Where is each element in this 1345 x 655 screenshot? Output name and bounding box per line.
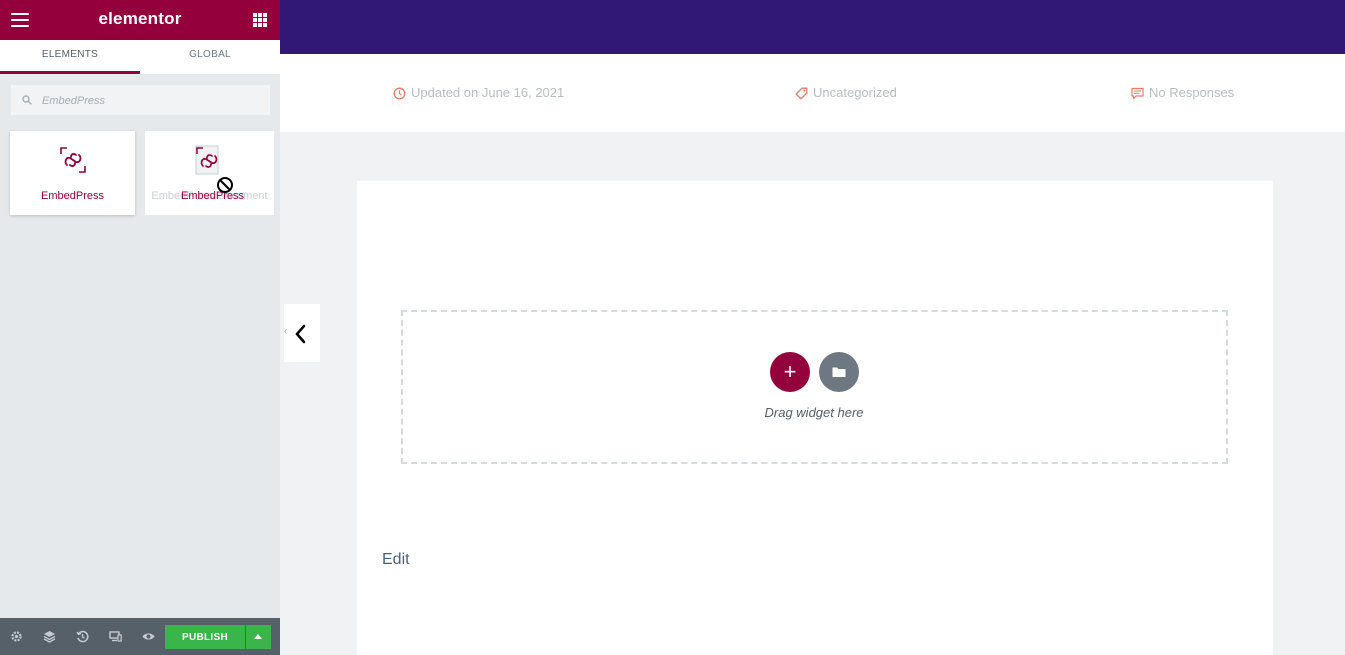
widgets-grid-icon[interactable] xyxy=(253,13,267,27)
drag-widget-hint: Drag widget here xyxy=(764,405,864,420)
not-allowed-cursor-icon xyxy=(217,177,233,193)
history-icon[interactable] xyxy=(76,630,89,643)
tab-global[interactable]: GLOBAL xyxy=(140,40,280,74)
publish-options-caret[interactable] xyxy=(246,625,271,649)
elementor-logo: elementor xyxy=(98,9,182,28)
elementor-panel: elementor ELEMENTS GLOBAL EmbedPress Emb… xyxy=(0,0,280,655)
layers-icon[interactable] xyxy=(43,630,56,643)
tab-elements[interactable]: ELEMENTS xyxy=(0,40,140,74)
edit-link[interactable]: Edit xyxy=(382,551,410,569)
publish-button[interactable]: PUBLISH xyxy=(165,625,245,649)
embedpress-icon xyxy=(59,147,86,173)
add-section-button[interactable]: + xyxy=(770,352,810,392)
panel-header: elementor xyxy=(0,0,280,40)
widget-embedpress[interactable]: EmbedPress xyxy=(10,131,135,215)
comment-icon xyxy=(1131,87,1144,100)
search-input[interactable] xyxy=(40,91,260,111)
widget-dropzone[interactable] xyxy=(401,310,1228,464)
chevron-left-icon xyxy=(295,324,306,344)
panel-tabs: ELEMENTS GLOBAL xyxy=(0,40,280,74)
settings-icon[interactable] xyxy=(10,630,23,643)
widget-search xyxy=(10,84,271,116)
meta-updated-text: Updated on June 16, 2021 xyxy=(411,85,565,100)
small-chevron-left-icon: ‹ xyxy=(284,326,288,337)
search-icon xyxy=(22,95,32,105)
folder-icon xyxy=(832,367,846,377)
tag-icon xyxy=(795,87,808,100)
meta-responses[interactable]: No Responses xyxy=(1131,85,1234,100)
widget-label: EmbedPress xyxy=(41,190,104,202)
panel-collapse-toggle[interactable]: ‹ xyxy=(284,304,320,362)
responsive-icon[interactable] xyxy=(109,630,122,643)
preview-icon[interactable] xyxy=(142,630,155,643)
meta-updated: Updated on June 16, 2021 xyxy=(393,85,564,100)
meta-category[interactable]: Uncategorized xyxy=(795,85,897,100)
meta-category-text: Uncategorized xyxy=(813,85,897,100)
site-header xyxy=(280,0,1345,54)
meta-responses-text: No Responses xyxy=(1149,85,1235,100)
add-template-button[interactable] xyxy=(819,352,859,392)
clock-icon xyxy=(393,87,406,100)
embedpress-document-icon xyxy=(195,145,219,175)
post-meta: Updated on June 16, 2021 Uncategorized N… xyxy=(280,54,1345,132)
